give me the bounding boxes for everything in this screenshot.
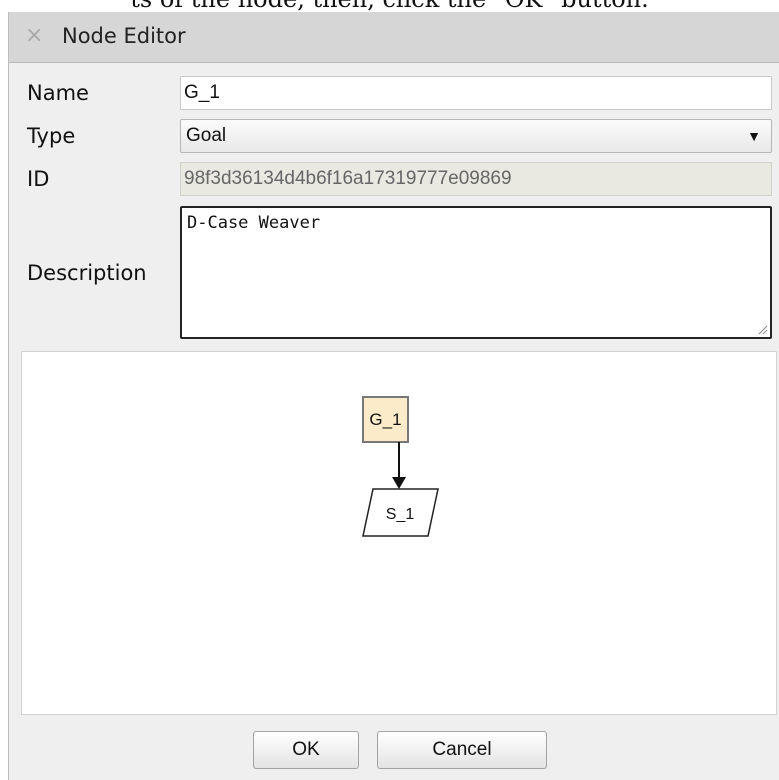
id-label: ID xyxy=(27,167,50,191)
id-field: 98f3d36134d4b6f16a17319777e09869 xyxy=(180,162,772,196)
type-select[interactable]: Goal ▼ xyxy=(180,119,772,153)
goal-node-label: G_1 xyxy=(369,410,401,429)
cancel-button[interactable]: Cancel xyxy=(377,731,547,769)
dialog-titlebar: × Node Editor xyxy=(9,12,779,63)
resize-grip-icon[interactable] xyxy=(758,325,768,335)
diagram-preview: G_1 S_1 xyxy=(21,351,777,715)
instruction-text: ts of the node, then, click the "OK" but… xyxy=(0,0,779,12)
chevron-down-icon: ▼ xyxy=(747,128,761,144)
strategy-node-label: S_1 xyxy=(386,506,415,523)
type-select-value: Goal xyxy=(186,125,227,146)
connector-arrowhead xyxy=(392,477,406,489)
type-label: Type xyxy=(27,124,76,148)
description-label: Description xyxy=(27,261,147,285)
name-label: Name xyxy=(27,81,89,105)
ok-button[interactable]: OK xyxy=(253,731,359,769)
name-input[interactable]: G_1 xyxy=(180,76,772,110)
close-icon[interactable]: × xyxy=(25,22,47,50)
node-editor-dialog: × Node Editor Name G_1 Type Goal ▼ ID 98… xyxy=(8,12,779,780)
description-textarea[interactable]: D-Case Weaver xyxy=(180,206,772,339)
description-text: D-Case Weaver xyxy=(187,213,321,233)
diagram-canvas: G_1 S_1 xyxy=(362,396,439,537)
dialog-title: Node Editor xyxy=(62,24,186,48)
